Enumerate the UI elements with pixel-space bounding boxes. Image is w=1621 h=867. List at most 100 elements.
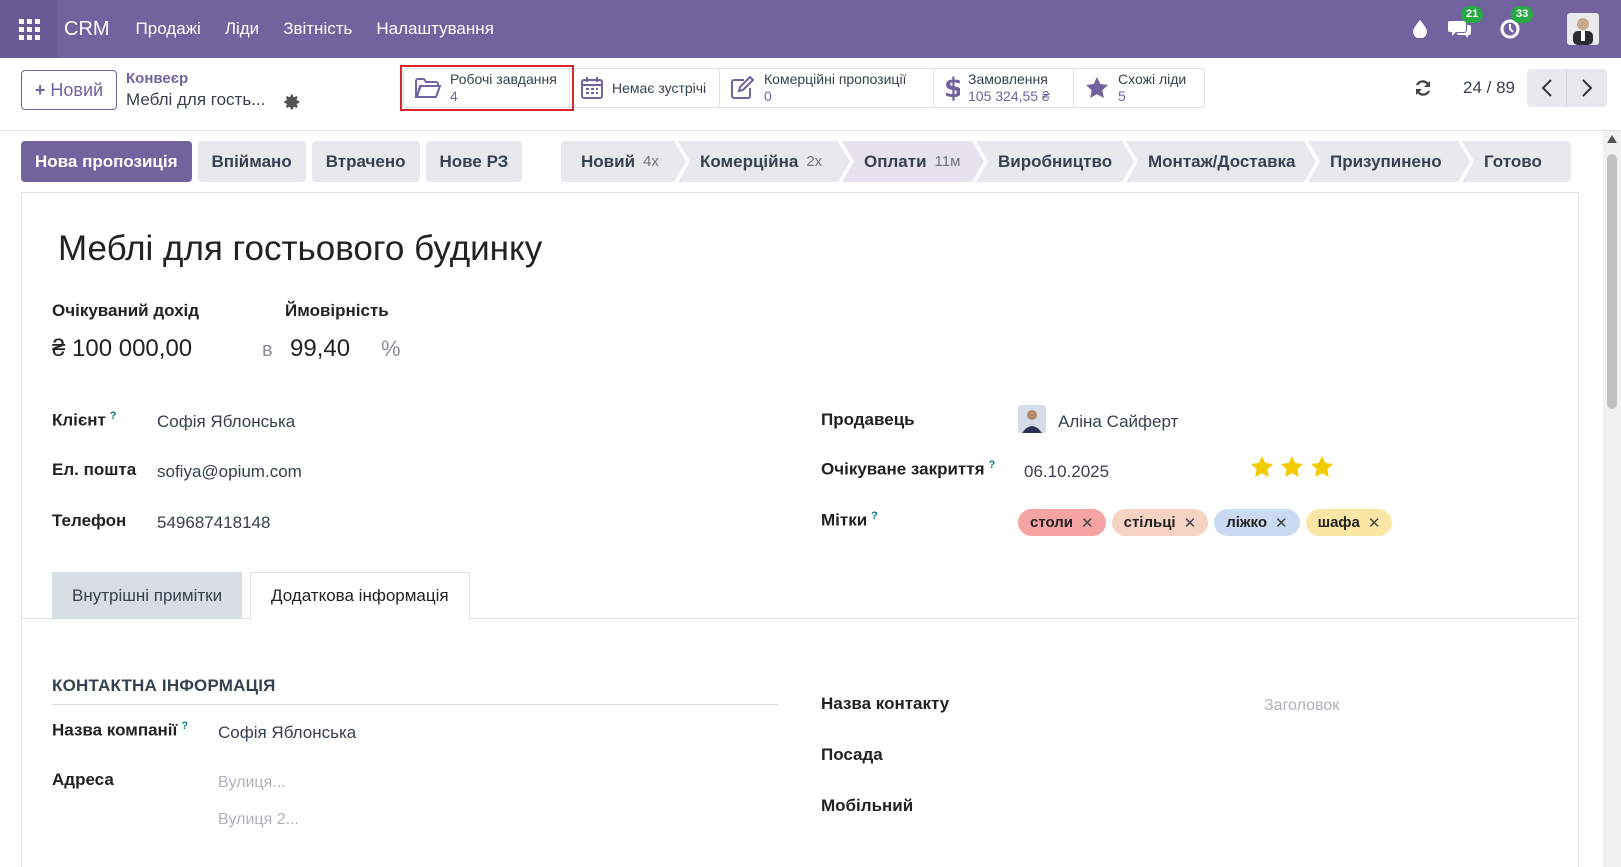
mobile-label: Мобільний bbox=[821, 796, 914, 815]
company-name-label: Назва компанії? bbox=[52, 720, 188, 741]
street2-field[interactable]: Вулиця 2... bbox=[218, 811, 299, 829]
systray: 21 33 bbox=[1407, 0, 1621, 58]
stage-production[interactable]: Виробництво bbox=[976, 141, 1134, 182]
expected-close-label-text: Очікуване закриття bbox=[821, 459, 985, 479]
client-field[interactable]: Софія Яблонська bbox=[157, 412, 295, 432]
stage-count: 11м bbox=[934, 153, 961, 170]
calendar-icon bbox=[581, 77, 603, 99]
chat-badge: 21 bbox=[1461, 6, 1484, 23]
pager-value[interactable]: 24 / 89 bbox=[1463, 78, 1515, 98]
menu-item-reporting[interactable]: Звітність bbox=[283, 19, 352, 39]
breadcrumb-pipeline[interactable]: Конвеєр bbox=[126, 70, 188, 87]
gear-icon[interactable] bbox=[283, 93, 301, 111]
stage-label: Призупинено bbox=[1330, 151, 1442, 171]
stage-label: Готово bbox=[1484, 151, 1542, 171]
work-tasks-count: 4 bbox=[450, 88, 458, 104]
tag-label: шафа bbox=[1317, 514, 1360, 531]
stage-payments[interactable]: Оплати 11м bbox=[842, 141, 984, 182]
smart-buttons: Робочі завдання 4 Немає зустрічі Комерці… bbox=[400, 65, 1205, 111]
company-name-field[interactable]: Софія Яблонська bbox=[218, 723, 356, 743]
remove-tag-icon[interactable]: ✕ bbox=[1184, 514, 1197, 532]
chevron-right-icon bbox=[1582, 79, 1593, 97]
contact-info-heading: КОНТАКТНА ІНФОРМАЦІЯ bbox=[52, 676, 778, 705]
new-quotation-button[interactable]: Нова пропозиція bbox=[21, 141, 192, 182]
menu-item-sales[interactable]: Продажі bbox=[136, 19, 201, 39]
stage-count: 4x bbox=[643, 153, 659, 170]
tag-label: ліжко bbox=[1226, 514, 1267, 531]
seller-field[interactable]: Аліна Сайферт bbox=[1058, 412, 1178, 432]
street-field[interactable]: Вулиця... bbox=[218, 774, 286, 792]
drop-icon[interactable] bbox=[1407, 16, 1433, 42]
meetings-label: Немає зустрічі bbox=[612, 79, 707, 96]
email-field[interactable]: sofiya@opium.com bbox=[157, 462, 302, 482]
star-icon bbox=[1086, 77, 1108, 98]
quotations-count: 0 bbox=[764, 88, 772, 104]
smart-button-meetings[interactable]: Немає зустрічі bbox=[570, 69, 720, 107]
lead-title[interactable]: Меблі для гостьового будинку bbox=[58, 229, 542, 269]
phone-field[interactable]: 549687418148 bbox=[157, 513, 270, 533]
help-icon[interactable]: ? bbox=[181, 720, 188, 732]
help-icon[interactable]: ? bbox=[871, 510, 878, 522]
smart-button-work-tasks[interactable]: Робочі завдання 4 bbox=[400, 65, 574, 111]
stage-done[interactable]: Готово bbox=[1462, 141, 1571, 182]
smart-button-orders[interactable]: $ Замовлення 105 324,55 ₴ bbox=[934, 69, 1074, 107]
job-position-label: Посада bbox=[821, 745, 883, 764]
expected-revenue-field[interactable]: ₴ 100 000,00 bbox=[52, 335, 192, 363]
remove-tag-icon[interactable]: ✕ bbox=[1275, 514, 1288, 532]
stage-label: Новий bbox=[581, 151, 636, 171]
remove-tag-icon[interactable]: ✕ bbox=[1368, 514, 1381, 532]
address-label: Адреса bbox=[52, 770, 114, 789]
plus-icon: + bbox=[34, 79, 46, 100]
apps-menu-button[interactable] bbox=[0, 0, 58, 58]
contact-title-field[interactable]: Заголовок bbox=[1264, 697, 1339, 715]
pager-previous-button[interactable] bbox=[1527, 69, 1567, 107]
stage-commercial[interactable]: Комерційна 2x bbox=[678, 141, 850, 182]
priority-star-3-icon[interactable] bbox=[1310, 455, 1334, 478]
tab-internal-notes[interactable]: Внутрішні примітки bbox=[52, 572, 243, 619]
similar-leads-text: Схожі ліди 5 bbox=[1118, 71, 1186, 105]
smart-button-quotations[interactable]: Комерційні пропозиції 0 bbox=[720, 69, 934, 107]
email-label: Ел. пошта bbox=[52, 460, 137, 479]
activity-clock-icon[interactable]: 33 bbox=[1497, 6, 1534, 42]
new-button[interactable]: + Новий bbox=[21, 70, 117, 110]
tab-extra-info[interactable]: Додаткова інформація bbox=[250, 572, 470, 620]
stage-new[interactable]: Новий 4x bbox=[561, 141, 686, 182]
menu-item-leads[interactable]: Ліди bbox=[225, 19, 259, 39]
new-work-task-button[interactable]: Нове РЗ bbox=[425, 141, 523, 182]
quotations-label: Комерційні пропозиції bbox=[764, 71, 907, 87]
help-icon[interactable]: ? bbox=[110, 410, 117, 422]
company-name-label-text: Назва компанії bbox=[52, 720, 178, 740]
refresh-icon[interactable] bbox=[1413, 78, 1433, 98]
remove-tag-icon[interactable]: ✕ bbox=[1081, 514, 1094, 532]
stage-paused[interactable]: Призупинено bbox=[1308, 141, 1470, 182]
expected-close-label: Очікуване закриття? bbox=[821, 459, 995, 480]
similar-leads-label: Схожі ліди bbox=[1118, 71, 1187, 87]
tags-field[interactable]: столи ✕ стільці ✕ ліжко ✕ шафа ✕ bbox=[1018, 509, 1393, 536]
priority-star-1-icon[interactable] bbox=[1250, 455, 1274, 478]
app-brand[interactable]: CRM bbox=[64, 18, 110, 41]
pager-next-button[interactable] bbox=[1567, 69, 1607, 107]
mark-won-button[interactable]: Впіймано bbox=[197, 141, 306, 182]
stage-statusbar: Новий 4x Комерційна 2x Оплати 11м Виробницт… bbox=[561, 141, 1579, 182]
new-button-label: Новий bbox=[50, 79, 104, 100]
seller-label: Продавець bbox=[821, 410, 915, 429]
chat-icon[interactable]: 21 bbox=[1447, 6, 1484, 42]
stage-installation-delivery[interactable]: Монтаж/Доставка bbox=[1126, 141, 1316, 182]
seller-avatar bbox=[1018, 405, 1046, 433]
svg-text:$: $ bbox=[944, 74, 960, 102]
smart-button-similar-leads[interactable]: Схожі ліди 5 bbox=[1074, 69, 1204, 107]
priority-star-2-icon[interactable] bbox=[1280, 455, 1304, 478]
probability-field[interactable]: 99,40 bbox=[290, 335, 350, 363]
mark-lost-button[interactable]: Втрачено bbox=[311, 141, 420, 182]
tag-chip: шафа ✕ bbox=[1305, 509, 1393, 536]
help-icon[interactable]: ? bbox=[989, 459, 996, 471]
client-label: Клієнт? bbox=[52, 410, 117, 431]
orders-label: Замовлення bbox=[968, 71, 1048, 87]
user-avatar[interactable] bbox=[1567, 13, 1599, 45]
expected-close-field[interactable]: 06.10.2025 bbox=[1024, 462, 1109, 482]
scrollbar-thumb[interactable] bbox=[1607, 154, 1617, 409]
tag-chip: ліжко ✕ bbox=[1214, 509, 1300, 536]
menu-item-settings[interactable]: Налаштування bbox=[376, 19, 494, 39]
scroll-up-arrow-icon[interactable] bbox=[1607, 135, 1617, 143]
quotations-text: Комерційні пропозиції 0 bbox=[764, 71, 906, 105]
